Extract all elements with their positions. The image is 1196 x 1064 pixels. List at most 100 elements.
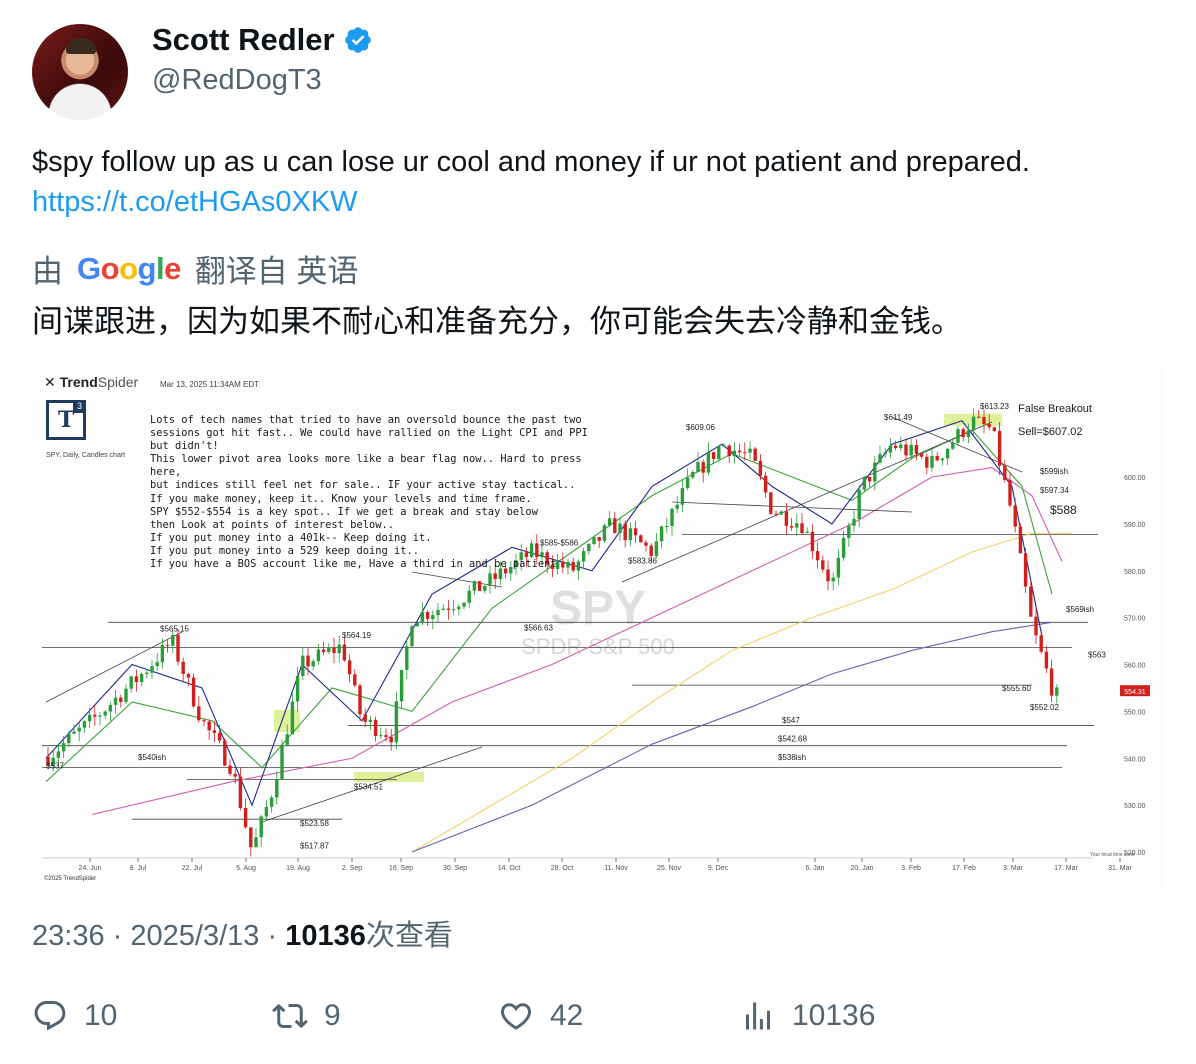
author-name[interactable]: Scott Redler (152, 22, 335, 58)
candle-body (862, 476, 867, 490)
chart-image[interactable]: SPY SPDR S&P 500 $613.23 $611.49 $609.06 $599… (32, 362, 1164, 890)
candle-body (691, 472, 695, 478)
like-button[interactable]: 42 (498, 998, 583, 1034)
trendline (671, 501, 913, 513)
candle-body (665, 525, 669, 527)
candle-body (847, 525, 851, 538)
reply-button[interactable]: 10 (32, 998, 117, 1034)
level-label-p597: $597.34 (1040, 486, 1069, 495)
candle-body (659, 526, 664, 542)
views-action-count: 10136 (792, 999, 876, 1032)
candle-body (904, 444, 908, 456)
price-axis-label: 600.00 (1124, 475, 1146, 482)
candle-body (873, 462, 877, 482)
level-label-p534: $534.51 (354, 783, 383, 792)
candle-body (98, 715, 102, 717)
candle-body (457, 606, 461, 610)
level-label-p599: $599ish (1040, 467, 1068, 476)
candle-body (919, 453, 924, 457)
candle-body (181, 661, 185, 674)
candle-body (930, 455, 934, 468)
candle-body (997, 430, 1002, 466)
candle-body (821, 560, 825, 570)
candle-body (342, 644, 347, 661)
candle-body (155, 662, 159, 667)
tweet-link[interactable]: https://t.co/etHGAs0XKW (32, 182, 1172, 222)
candle-body (399, 669, 404, 702)
candle-body (212, 730, 217, 733)
translation-suffix: 翻译自 英语 (194, 254, 359, 289)
candle-body (852, 518, 856, 526)
repost-button[interactable]: 9 (272, 998, 341, 1034)
candle-body (368, 719, 373, 722)
candle-body (737, 450, 742, 453)
date-axis-label: 16. Sep (389, 865, 413, 872)
candle-body (431, 615, 435, 620)
author-avatar[interactable] (32, 24, 128, 120)
candle-body (945, 448, 950, 459)
candle-body (685, 477, 690, 489)
trendline (45, 631, 183, 703)
candle-body (815, 551, 820, 561)
candle-body (254, 837, 258, 848)
candle-body (321, 649, 326, 653)
candle-body (488, 573, 492, 586)
candle-body (779, 511, 783, 515)
candle-body (841, 537, 846, 558)
date-axis-label: 19. Aug (286, 865, 310, 872)
price-axis-label: 550.00 (1124, 709, 1146, 716)
date-axis-label: 25. Nov (657, 865, 682, 872)
candle-body (717, 446, 721, 460)
candle-body (1008, 479, 1012, 506)
candle-body (789, 525, 794, 528)
level-label-p611: $611.49 (884, 413, 913, 422)
candle-body (327, 647, 331, 653)
candle-body (956, 429, 960, 443)
candle-body (753, 448, 757, 461)
candle-body (389, 736, 393, 743)
candle-body (134, 676, 139, 683)
date-axis-label: 22. Jul (182, 865, 203, 872)
candle-body (363, 714, 367, 722)
candle-body (337, 644, 341, 654)
date-axis-label: 14. Oct (498, 865, 521, 872)
candle-body (290, 701, 295, 735)
candle-body (654, 541, 659, 557)
tweet-date[interactable]: 2025/3/13 (130, 920, 259, 952)
candle-body (784, 511, 789, 526)
candle-body (150, 666, 154, 673)
candle-body (384, 735, 388, 737)
candle-body (909, 444, 913, 456)
candle-body (805, 531, 809, 534)
candle-body (410, 626, 414, 647)
candle-body (228, 765, 232, 774)
candle-body (800, 523, 804, 534)
candle-body (436, 609, 440, 616)
candle-body (628, 528, 633, 541)
candle-body (883, 452, 887, 455)
level-label-p569: $569ish (1066, 605, 1094, 614)
level-label-p555: $555.60 (1002, 684, 1031, 693)
candle-body (706, 452, 711, 473)
candle-body (280, 744, 284, 780)
date-axis-label: 17. Mar (1054, 865, 1078, 872)
candle-body (810, 531, 815, 552)
candle-body (332, 647, 336, 654)
candle-body (893, 445, 898, 449)
candle-body (748, 448, 752, 453)
candle-body (186, 673, 191, 678)
level-label-p583: $583.86 (628, 557, 657, 566)
level-label-p565: $565.15 (160, 625, 189, 634)
candle-body (769, 492, 773, 514)
verified-badge-icon (344, 27, 371, 53)
author-handle[interactable]: @RedDogT3 (152, 64, 322, 97)
translation-attribution: 由 Google 翻译自 英语 (32, 246, 358, 291)
tweet-time[interactable]: 23:36 (32, 920, 105, 952)
date-axis-label: 11. Nov (604, 865, 628, 872)
candle-body (311, 661, 315, 667)
candle-body (420, 611, 425, 624)
views-button[interactable]: 10136 (740, 998, 875, 1034)
chart-notes: Lots of tech names that tried to have an… (150, 414, 588, 571)
candle-body (743, 452, 747, 454)
candle-body (633, 528, 638, 536)
